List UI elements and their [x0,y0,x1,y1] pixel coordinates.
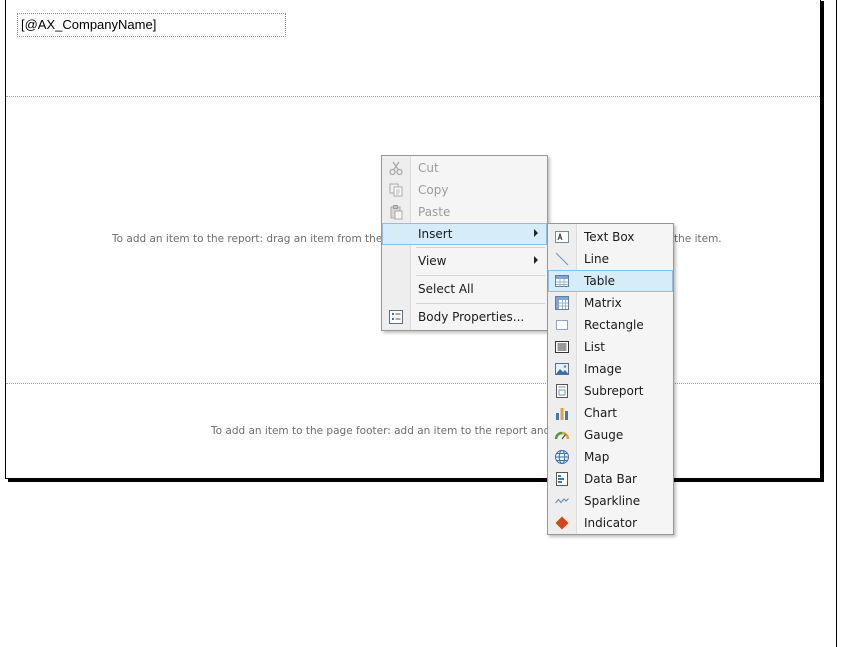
chart-icon [554,405,570,421]
submenu-item-data-bar[interactable]: Data Bar [548,468,673,490]
submenu-item-label: Subreport [584,384,644,398]
subreport-icon [554,383,570,399]
menu-item-view[interactable]: View [382,250,547,273]
submenu-item-label: Line [584,252,610,266]
menu-item-label: View [418,254,447,268]
menu-item-label: Cut [418,161,439,175]
menu-item-body-properties[interactable]: Body Properties... [382,306,547,328]
submenu-item-indicator[interactable]: Indicator [548,512,673,534]
submenu-item-label: Gauge [584,428,624,442]
submenu-item-label: Map [584,450,610,464]
submenu-item-list[interactable]: List [548,336,673,358]
matrix-icon [554,295,570,311]
submenu-item-gauge[interactable]: Gauge [548,424,673,446]
submenu-item-table[interactable]: Table [548,270,673,292]
submenu-item-map[interactable]: Map [548,446,673,468]
submenu-item-matrix[interactable]: Matrix [548,292,673,314]
right-panel-edge [836,0,853,647]
rectangle-icon [554,317,570,333]
submenu-item-label: Data Bar [584,472,637,486]
properties-icon [388,309,404,325]
submenu-item-subreport[interactable]: Subreport [548,380,673,402]
insert-submenu: Text Box Line Table Matrix Rectangle Lis… [547,223,674,535]
submenu-item-line[interactable]: Line [548,248,673,270]
menu-item-cut[interactable]: Cut [382,157,547,179]
body-footer-separator [6,383,820,384]
submenu-arrow-icon [534,256,538,264]
submenu-item-label: List [584,340,605,354]
submenu-item-chart[interactable]: Chart [548,402,673,424]
submenu-item-image[interactable]: Image [548,358,673,380]
textbox-icon [554,229,570,245]
list-icon [554,339,570,355]
menu-item-label: Insert [418,227,453,241]
menu-item-paste[interactable]: Paste [382,201,547,223]
submenu-item-sparkline[interactable]: Sparkline [548,490,673,512]
submenu-item-label: Image [584,362,622,376]
scissors-icon [388,160,404,176]
submenu-item-label: Text Box [584,230,635,244]
line-icon [554,251,570,267]
submenu-item-label: Table [584,274,616,288]
map-icon [554,449,570,465]
menu-item-label: Body Properties... [418,310,525,324]
menu-item-label: Select All [418,282,474,296]
menu-item-label: Copy [418,183,449,197]
footer-hint-text: To add an item to the page footer: add a… [211,425,571,437]
copy-icon [388,182,404,198]
gauge-icon [554,427,570,443]
header-body-separator [6,96,820,97]
menu-item-copy[interactable]: Copy [382,179,547,201]
submenu-arrow-icon [534,229,538,237]
image-icon [554,361,570,377]
submenu-item-label: Chart [584,406,617,420]
databar-icon [554,471,570,487]
sparkline-icon [554,493,570,509]
body-hint-text: To add an item to the report: drag an it… [112,233,404,245]
context-menu: Cut Copy Paste Insert View Select All Bo… [381,155,548,331]
table-icon [554,273,570,289]
menu-item-insert[interactable]: Insert [382,223,547,245]
submenu-item-text-box[interactable]: Text Box [548,226,673,248]
body-hint-text-end: the item. [674,233,722,245]
submenu-item-label: Indicator [584,516,638,530]
menu-item-label: Paste [418,205,451,219]
submenu-item-rectangle[interactable]: Rectangle [548,314,673,336]
menu-item-select-all[interactable]: Select All [382,278,547,301]
indicator-icon [554,515,570,531]
company-name-textbox[interactable]: [@AX_CompanyName] [17,13,286,37]
submenu-item-label: Rectangle [584,318,644,332]
paste-icon [388,204,404,220]
submenu-item-label: Matrix [584,296,622,310]
submenu-item-label: Sparkline [584,494,641,508]
